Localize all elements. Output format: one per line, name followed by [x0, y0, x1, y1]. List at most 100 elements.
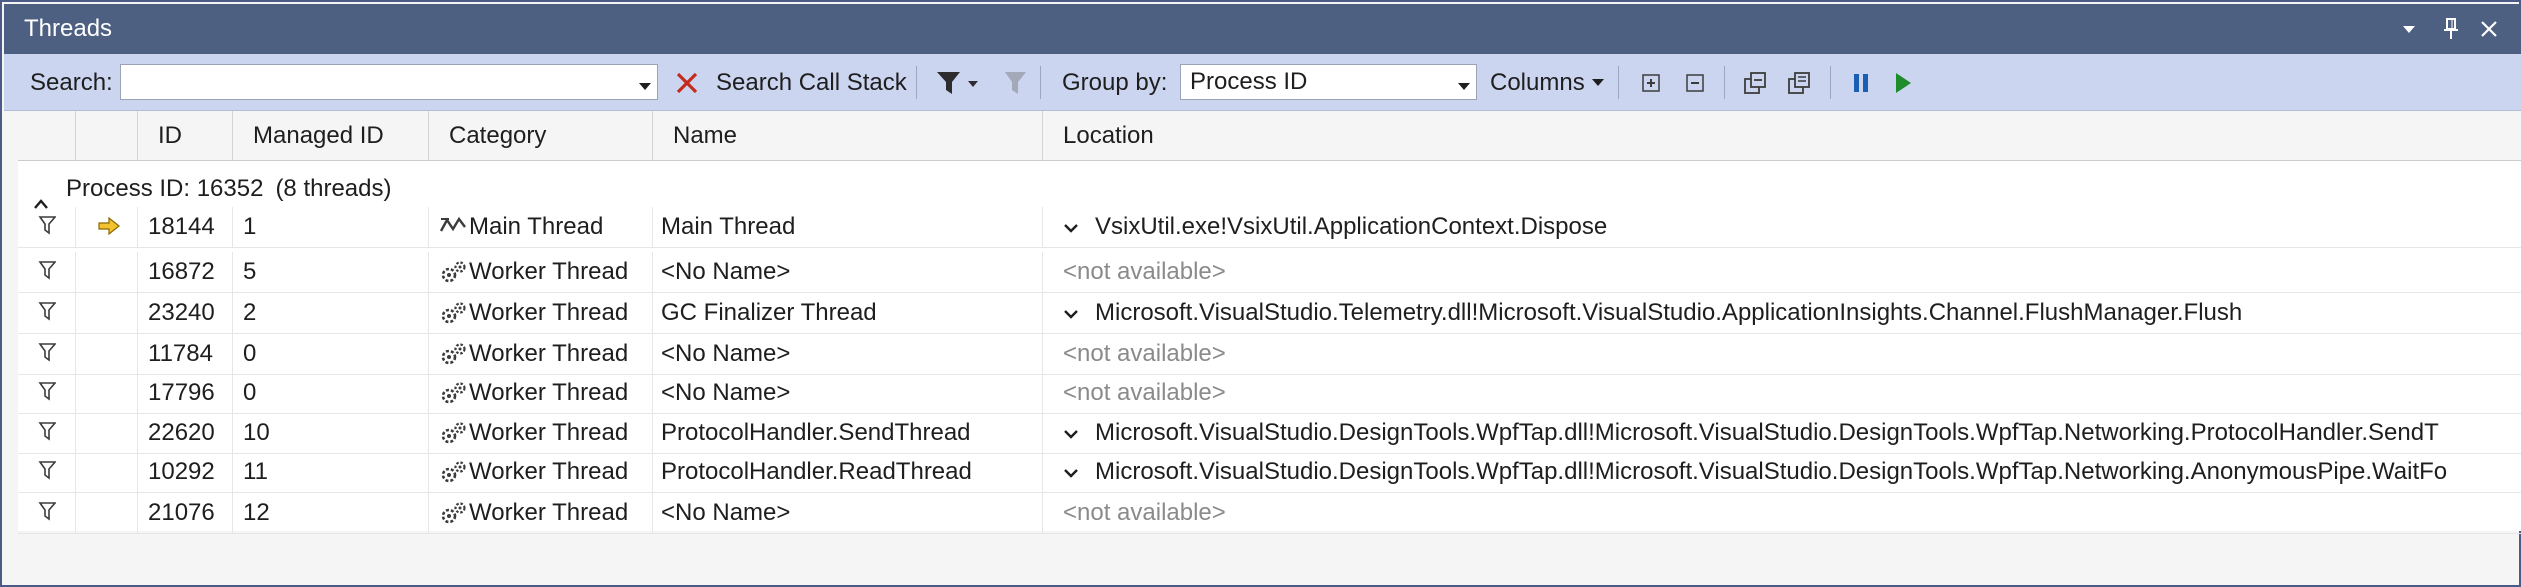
flag-cell[interactable]	[18, 452, 76, 492]
location-cell[interactable]: <not available>	[1043, 334, 2521, 374]
collapse-all-icon[interactable]	[1680, 66, 1710, 99]
column-header-flag[interactable]	[18, 111, 76, 161]
location-cell[interactable]: <not available>	[1043, 493, 2521, 533]
worker-thread-icon	[439, 493, 469, 533]
window-title: Threads	[24, 15, 113, 42]
table-row[interactable]: 10292 11 Worker Thread ProtocolHandler.Read…	[18, 452, 2521, 493]
location-text: <not available>	[1063, 340, 1226, 367]
category-label: Worker Thread	[469, 458, 629, 485]
table-row[interactable]: 23240 2 Worker Thread GC Finalizer Thread Mi…	[18, 293, 2521, 334]
worker-thread-icon	[439, 252, 469, 292]
location-text: Microsoft.VisualStudio.Telemetry.dll!Mic…	[1095, 299, 2243, 326]
search-call-stack-button[interactable]: Search Call Stack	[716, 54, 907, 111]
location-cell[interactable]: Microsoft.VisualStudio.DesignTools.WpfTa…	[1043, 452, 2521, 492]
threads-grid: ID Managed ID Category Name Location Pro…	[18, 111, 2521, 534]
location-cell[interactable]: <not available>	[1043, 373, 2521, 413]
thaw-threads-icon[interactable]	[1784, 66, 1816, 99]
chevron-down-icon[interactable]	[1458, 78, 1470, 96]
thread-id: 17796	[138, 373, 233, 413]
thread-name: ProtocolHandler.ReadThread	[653, 452, 1043, 492]
flag-cell[interactable]	[18, 373, 76, 413]
column-header-managed-id[interactable]: Managed ID	[233, 111, 429, 161]
window-menu-dropdown-icon[interactable]	[2394, 13, 2424, 45]
thread-id: 18144	[138, 207, 233, 247]
expand-location-icon[interactable]	[1063, 413, 1095, 453]
category-label: Main Thread	[469, 213, 604, 240]
column-header-current[interactable]	[76, 111, 138, 161]
table-row[interactable]: 16872 5 Worker Thread <No Name> <not availab…	[18, 252, 2521, 293]
category-label: Worker Thread	[469, 299, 629, 326]
flag-cell[interactable]	[18, 207, 76, 247]
pause-icon[interactable]	[1846, 66, 1876, 99]
category-label: Worker Thread	[469, 499, 629, 526]
toolbar: Search: Search Call Stack Group by: Proc…	[4, 54, 2521, 111]
flag-cell[interactable]	[18, 293, 76, 333]
expand-location-icon[interactable]	[1063, 207, 1095, 247]
location-cell[interactable]: VsixUtil.exe!VsixUtil.ApplicationContext…	[1043, 207, 2521, 247]
group-by-label: Group by:	[1062, 69, 1168, 96]
flag-cell[interactable]	[18, 493, 76, 533]
table-row[interactable]: 11784 0 Worker Thread <No Name> <not availab…	[18, 334, 2521, 375]
flag-cell[interactable]	[18, 413, 76, 453]
freeze-threads-icon[interactable]	[1740, 66, 1772, 99]
managed-id: 11	[233, 452, 429, 492]
column-header-name[interactable]: Name	[653, 111, 1043, 161]
location-text: VsixUtil.exe!VsixUtil.ApplicationContext…	[1095, 213, 1608, 240]
thread-name: <No Name>	[653, 373, 1043, 413]
thread-name: Main Thread	[653, 207, 1043, 247]
group-label: Process ID: 16352	[66, 175, 264, 202]
expand-all-icon[interactable]	[1636, 66, 1666, 99]
category-cell: Worker Thread	[429, 373, 653, 413]
current-thread-cell	[76, 493, 138, 533]
threads-window: Threads Search: Search Call Stack Group …	[0, 0, 2521, 587]
group-by-select[interactable]: Process ID	[1180, 64, 1477, 100]
category-cell: Worker Thread	[429, 452, 653, 492]
clear-search-icon[interactable]	[672, 66, 702, 99]
location-text: <not available>	[1063, 499, 1226, 526]
column-header-id[interactable]: ID	[138, 111, 233, 161]
flag-disabled-icon	[1000, 66, 1030, 99]
managed-id: 1	[233, 207, 429, 247]
table-row[interactable]: 21076 12 Worker Thread <No Name> <not availa…	[18, 493, 2521, 534]
table-row[interactable]: 22620 10 Worker Thread ProtocolHandler.Send…	[18, 413, 2521, 454]
current-thread-cell	[76, 252, 138, 292]
worker-thread-icon	[439, 373, 469, 413]
flag-cell[interactable]	[18, 252, 76, 292]
search-input[interactable]	[120, 64, 658, 100]
expand-location-icon[interactable]	[1063, 293, 1095, 333]
thread-id: 16872	[138, 252, 233, 292]
thread-id: 21076	[138, 493, 233, 533]
toolbar-separator	[1830, 66, 1831, 99]
location-text: <not available>	[1063, 379, 1226, 406]
current-thread-cell	[76, 334, 138, 374]
group-thread-count: (8 threads)	[275, 175, 392, 202]
table-row[interactable]: 17796 0 Worker Thread <No Name> <not availab…	[18, 373, 2521, 414]
expand-location-icon[interactable]	[1063, 452, 1095, 492]
location-cell[interactable]: Microsoft.VisualStudio.DesignTools.WpfTa…	[1043, 413, 2521, 453]
managed-id: 12	[233, 493, 429, 533]
current-thread-cell	[76, 207, 138, 247]
current-thread-cell	[76, 293, 138, 333]
thread-id: 23240	[138, 293, 233, 333]
category-cell: Main Thread	[429, 207, 653, 247]
columns-button[interactable]: Columns	[1490, 54, 1585, 111]
search-dropdown-icon[interactable]	[639, 78, 651, 96]
worker-thread-icon	[439, 334, 469, 374]
location-cell[interactable]: <not available>	[1043, 252, 2521, 292]
group-header[interactable]: Process ID: 16352 (8 threads)	[18, 169, 392, 209]
column-header-category[interactable]: Category	[429, 111, 653, 161]
location-text: <not available>	[1063, 258, 1226, 285]
column-header-row: ID Managed ID Category Name Location	[18, 111, 2521, 161]
table-row[interactable]: 18144 1 Main Thread Main Thread VsixUtil.exe…	[18, 207, 2521, 248]
location-cell[interactable]: Microsoft.VisualStudio.Telemetry.dll!Mic…	[1043, 293, 2521, 333]
category-label: Worker Thread	[469, 258, 629, 285]
flag-cell[interactable]	[18, 334, 76, 374]
worker-thread-icon	[439, 413, 469, 453]
worker-thread-icon	[439, 293, 469, 333]
play-icon[interactable]	[1888, 66, 1918, 99]
filter-flag-icon[interactable]	[934, 66, 984, 99]
columns-dropdown-icon[interactable]	[1590, 66, 1606, 99]
pin-icon[interactable]	[2436, 13, 2466, 45]
column-header-location[interactable]: Location	[1043, 111, 2521, 161]
close-icon[interactable]	[2474, 13, 2504, 45]
